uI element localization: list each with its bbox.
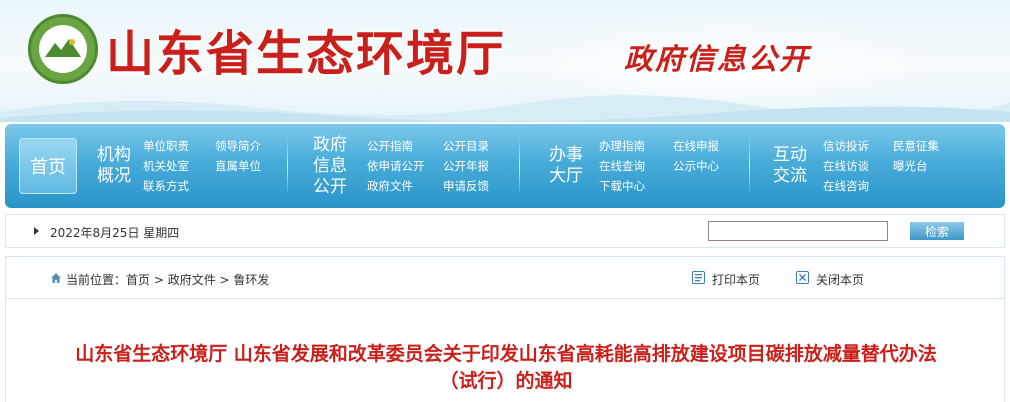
breadcrumb-bar: 当前位置：首页 > 政府文件 > 鲁环发 打印本页 关闭本页 bbox=[6, 257, 1004, 299]
nav-link[interactable]: 联系方式 bbox=[143, 176, 189, 196]
site-banner: ZHB 山东省生态环境厅 政府信息公开 bbox=[0, 0, 1010, 122]
nav-group-title-line: 概况 bbox=[97, 166, 131, 186]
nav-group-title-info-disclosure[interactable]: 政府 信息 公开 bbox=[313, 135, 347, 198]
mountain-icon bbox=[45, 39, 81, 57]
breadcrumb-item-lu-huan-fa[interactable]: 鲁环发 bbox=[233, 273, 269, 287]
nav-link[interactable]: 办理指南 bbox=[599, 136, 645, 156]
logo-text: ZHB bbox=[51, 63, 75, 74]
nav-group-title-line: 大厅 bbox=[549, 166, 583, 186]
site-logo[interactable]: ZHB bbox=[28, 14, 98, 84]
nav-link[interactable]: 在线申报 bbox=[673, 136, 719, 156]
document-title: 山东省生态环境厅 山东省发展和改革委员会关于印发山东省高耗能高排放建设项目碳排放… bbox=[6, 341, 1006, 395]
breadcrumb-item-home[interactable]: 首页 bbox=[126, 273, 150, 287]
main-nav: 首页 机构 概况 单位职责 机关处室 联系方式 领导简介 直属单位 政府 信息 … bbox=[5, 124, 1005, 208]
nav-link[interactable]: 信访投诉 bbox=[823, 136, 869, 156]
nav-link[interactable]: 曝光台 bbox=[893, 156, 939, 176]
nav-group-title-organization[interactable]: 机构 概况 bbox=[97, 145, 131, 187]
current-date: 2022年8月25日 星期四 bbox=[50, 226, 180, 240]
nav-link[interactable]: 公开目录 bbox=[443, 136, 489, 156]
slogan: 政府信息公开 bbox=[624, 42, 811, 76]
date-search-bar: 2022年8月25日 星期四 检索 bbox=[5, 214, 1005, 248]
nav-links-info-col2: 公开目录 公开年报 申请反馈 bbox=[443, 136, 489, 196]
nav-group-title-line: 信息 bbox=[313, 156, 347, 176]
close-page-link[interactable]: 关闭本页 bbox=[816, 271, 864, 288]
document-title-line: （试行）的通知 bbox=[439, 370, 573, 392]
nav-link[interactable]: 政府文件 bbox=[367, 176, 425, 196]
breadcrumb-item-gov-docs[interactable]: 政府文件 bbox=[168, 273, 216, 287]
nav-links-interaction-col2: 民意征集 曝光台 bbox=[893, 136, 939, 176]
content-frame: 当前位置：首页 > 政府文件 > 鲁环发 打印本页 关闭本页 山东省生态环境厅 … bbox=[5, 256, 1005, 402]
nav-link[interactable]: 直属单位 bbox=[215, 156, 261, 176]
nav-group-title-line: 互动 bbox=[773, 145, 807, 165]
breadcrumb: 当前位置：首页 > 政府文件 > 鲁环发 bbox=[66, 271, 269, 288]
nav-links-service-col1: 办理指南 在线查询 下载中心 bbox=[599, 136, 645, 196]
nav-group-title-line: 政府 bbox=[313, 135, 347, 155]
nav-group-title-line: 机构 bbox=[97, 145, 131, 165]
nav-link[interactable]: 机关处室 bbox=[143, 156, 189, 176]
breadcrumb-separator: > bbox=[215, 273, 234, 287]
nav-home-button[interactable]: 首页 bbox=[19, 138, 77, 194]
nav-link[interactable]: 领导简介 bbox=[215, 136, 261, 156]
print-icon[interactable] bbox=[692, 271, 705, 284]
nav-group-title-line: 交流 bbox=[773, 166, 807, 186]
nav-links-service-col2: 在线申报 公示中心 bbox=[673, 136, 719, 176]
nav-group-title-line: 公开 bbox=[313, 177, 347, 197]
nav-links-organization-col1: 单位职责 机关处室 联系方式 bbox=[143, 136, 189, 196]
nav-links-info-col1: 公开指南 依申请公开 政府文件 bbox=[367, 136, 425, 196]
banner-hills bbox=[0, 95, 1010, 122]
search-button[interactable]: 检索 bbox=[910, 222, 964, 240]
nav-link[interactable]: 公开年报 bbox=[443, 156, 489, 176]
nav-link[interactable]: 下载中心 bbox=[599, 176, 645, 196]
search-input[interactable] bbox=[708, 221, 888, 241]
nav-divider bbox=[287, 136, 288, 196]
nav-group-title-service-hall[interactable]: 办事 大厅 bbox=[549, 145, 583, 187]
nav-links-organization-col2: 领导简介 直属单位 bbox=[215, 136, 261, 176]
nav-group-title-line: 办事 bbox=[549, 145, 583, 165]
breadcrumb-label: 当前位置： bbox=[66, 273, 127, 287]
close-page-icon[interactable] bbox=[796, 271, 809, 284]
breadcrumb-separator: > bbox=[150, 273, 168, 287]
nav-link[interactable]: 在线咨询 bbox=[823, 176, 869, 196]
nav-link[interactable]: 依申请公开 bbox=[367, 156, 425, 176]
triangle-right-icon bbox=[34, 227, 39, 235]
print-page-link[interactable]: 打印本页 bbox=[712, 271, 760, 288]
home-icon bbox=[51, 273, 61, 283]
nav-link[interactable]: 在线查询 bbox=[599, 156, 645, 176]
nav-divider bbox=[519, 136, 520, 196]
nav-links-interaction-col1: 信访投诉 在线访谈 在线咨询 bbox=[823, 136, 869, 196]
nav-divider bbox=[749, 136, 750, 196]
nav-link[interactable]: 单位职责 bbox=[143, 136, 189, 156]
nav-link[interactable]: 民意征集 bbox=[893, 136, 939, 156]
site-title: 山东省生态环境厅 bbox=[106, 26, 507, 82]
nav-link[interactable]: 公开指南 bbox=[367, 136, 425, 156]
document-title-line: 山东省生态环境厅 山东省发展和改革委员会关于印发山东省高耗能高排放建设项目碳排放… bbox=[75, 343, 937, 365]
nav-group-title-interaction[interactable]: 互动 交流 bbox=[773, 145, 807, 187]
nav-link[interactable]: 在线访谈 bbox=[823, 156, 869, 176]
nav-link[interactable]: 申请反馈 bbox=[443, 176, 489, 196]
nav-link[interactable]: 公示中心 bbox=[673, 156, 719, 176]
